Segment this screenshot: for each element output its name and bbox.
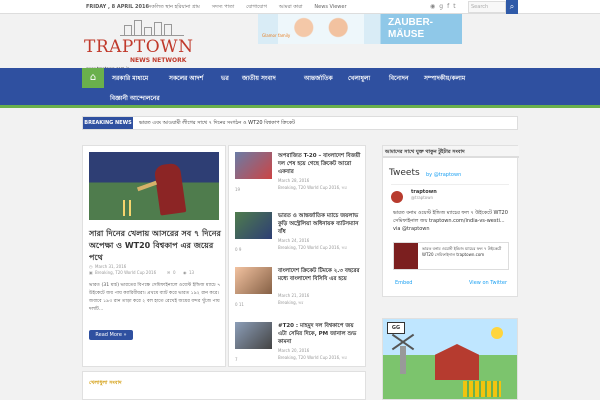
top-nav-item[interactable]: আমরা কারা [279,4,303,12]
nav-item[interactable]: খেলাধুলা [348,73,370,84]
post-thumbnail[interactable] [235,267,272,294]
featured-image[interactable] [89,152,219,220]
post-date: March 24, 2016 [278,238,310,243]
site-logo[interactable]: TRAPTOWN NEWS NETWORK www.traptown.com.i… [84,18,194,71]
post-meta[interactable]: Breaking, ভর [278,300,303,307]
post-stats: 7 [235,357,238,362]
tweet-card-text: ভারত বনাম ওয়েস্ট ইন্ডিজ ম্যাচের ফল ৭ উই… [422,246,502,257]
post-title[interactable]: অপরাজিত T-20 – বাংলাদেশ বিজয়ী দল শেষ হয… [278,152,362,176]
breaking-label: BREAKING NEWS [83,117,133,129]
post-date: March 20, 2016 [278,348,310,353]
post-meta[interactable]: Breaking, T20 World Cup 2016, ভর [278,245,347,252]
home-icon[interactable]: ⌂ [82,68,104,88]
ad-logo: GG [387,322,405,334]
post-stats: 0 9 [235,247,242,252]
sidebar-ad[interactable]: GG [382,318,518,400]
clock-icon: ◷ [89,264,93,269]
read-more-button[interactable]: Read More » [89,330,133,340]
featured-categories[interactable]: Breaking, T20 World Cup 2016 [95,270,156,275]
windmill-icon [400,346,406,374]
post-meta[interactable]: Breaking, T20 World Cup 2016, ভর [278,185,347,192]
top-nav-item[interactable]: যোগাযোগ [246,4,267,12]
breaking-news: BREAKING NEWS ভারত এবং আওয়ামী লীগের সাথ… [82,116,518,130]
comment-count[interactable]: 0 [173,270,176,275]
gplus-icon[interactable]: g [439,3,443,10]
post-title[interactable]: ভারত ও আন্তর্জাতিক ম্যাচে জয়লাভ কুড়ি অ… [278,212,362,236]
bottom-section: খেলাধুলা সংবাদ [82,371,366,400]
post-meta[interactable]: Breaking, T20 World Cup 2016, ভর [278,355,347,362]
post-stats: 0 11 [235,302,244,307]
avatar[interactable] [391,191,403,203]
post-item[interactable]: ভারত ও আন্তর্জাতিক ম্যাচে জয়লাভ কুড়ি অ… [235,212,361,256]
social-icons: ◉ g f t [430,3,456,10]
nav-item[interactable]: সরকারি মাধ্যমে [112,73,148,84]
tweet-handle[interactable]: @traptown [411,195,433,200]
facebook-icon[interactable]: f [447,3,449,10]
tweet[interactable]: traptown @traptown ভারত বনাম ওয়েস্ট ইন্… [391,184,509,278]
top-nav: সকলিত স্থান হরিয়ানা গ্রাম সদস্য পাতা যো… [148,4,347,12]
view-on-twitter-link[interactable]: View on Twitter [469,280,507,286]
search-input[interactable]: Search [468,1,506,13]
post-stats: 19 [235,187,241,192]
view-count: 13 [189,270,195,275]
post-date: March 28, 2016 [278,178,310,183]
sidebar-title: আমাদের সাথে যুক্ত থাকুন টুইটার সংবাদ [383,146,519,158]
main-nav: ⌂ সরকারি মাধ্যমে সকলের আদর্শ ভর জাতীয় স… [0,68,600,108]
top-nav-item[interactable]: সদস্য পাতা [212,4,234,12]
city-skyline-icon [120,18,184,36]
tweet-text: ভারত বনাম ওয়েস্ট ইন্ডিজ ম্যাচের ফল ৭ উই… [393,210,508,232]
featured-excerpt: ভারত (31 মার্চ) ভারতের বিপক্ষে সেমিফাইনা… [89,283,221,312]
post-thumbnail[interactable] [235,152,272,179]
nav-item[interactable]: বিজ্ঞানী আন্দোলনের [110,93,160,104]
post-title[interactable]: বাংলাদেশ ক্রিকেট টিমকে ২.৩ বছরের মধ্যে ব… [278,267,362,283]
twitter-widget: আমাদের সাথে যুক্ত থাকুন টুইটার সংবাদ Twe… [382,145,519,297]
ad-image [278,14,364,44]
rss-icon[interactable]: ◉ [430,3,435,10]
nav-item[interactable]: বিনোদন [389,73,409,84]
recent-posts: অপরাজিত T-20 – বাংলাদেশ বিজয়ী দল শেষ হয… [228,145,366,367]
farm-ad-image: GG [383,319,517,399]
top-bar: FRIDAY , 8 APRIL 2016 সকলিত স্থান হরিয়া… [0,0,600,14]
post-date: March 21, 2016 [278,293,310,298]
sun-icon [491,327,503,339]
brand-name: TRAPTOWN [84,37,194,57]
brand-subtitle: NEWS NETWORK [130,57,187,64]
featured-post: সারা দিনের খেলায় আসরের সব ৭ দিনের অপেক্… [82,145,226,367]
search-icon[interactable]: ⌕ [506,0,518,14]
tweet-card[interactable]: ভারত বনাম ওয়েস্ট ইন্ডিজ ম্যাচের ফল ৭ উই… [393,242,509,270]
tweets-label: Tweets [389,168,420,178]
post-item[interactable]: বাংলাদেশ ক্রিকেট টিমকে ২.৩ বছরের মধ্যে ব… [235,267,361,311]
nav-item[interactable]: আন্তর্জাতিক [304,73,333,84]
nav-item[interactable]: জাতীয় সংবাদ [242,73,276,84]
nav-item[interactable]: সম্পাদকীয়/কলাম [424,73,465,84]
banner-ad[interactable]: Glamor family ZAUBER-MÄUSE [258,14,462,44]
embed-link[interactable]: Embed [395,280,412,286]
nav-item[interactable]: ভর [221,73,229,84]
barn-icon [435,344,479,380]
post-item[interactable]: অপরাজিত T-20 – বাংলাদেশ বিজয়ী দল শেষ হয… [235,152,361,196]
breaking-text[interactable]: ভারত এবং আওয়ামী লীগের সাথে ৭ দিনের সংগঠ… [139,120,295,128]
comment-icon: ✉ [167,270,171,275]
post-item[interactable]: #T20 : মাহমুদ দল বিশ্বকাপে জয় এটা সেমির… [235,322,361,366]
tweet-card-image[interactable] [394,243,418,269]
eye-icon: ◉ [183,270,187,275]
date: FRIDAY , 8 APRIL 2016 [86,4,149,10]
ad-brand: Glamor family [262,33,291,38]
top-nav-item[interactable]: সকলিত স্থান হরিয়ানা গ্রাম [148,4,200,12]
section-title: খেলাধুলা সংবাদ [89,380,122,386]
corn-icon [463,381,501,397]
top-nav-item[interactable]: News Viewer [314,4,346,12]
twitter-icon[interactable]: t [453,3,455,10]
tweet-byline[interactable]: by @traptown [426,172,461,178]
ad-headline: ZAUBER-MÄUSE [388,17,433,40]
folder-icon: ▣ [89,270,93,275]
nav-item[interactable]: সকলের আদর্শ [169,73,203,84]
featured-date: March 31, 2016 [95,264,127,269]
post-thumbnail[interactable] [235,212,272,239]
post-thumbnail[interactable] [235,322,272,349]
post-title[interactable]: #T20 : মাহমুদ দল বিশ্বকাপে জয় এটা সেমির… [278,322,362,346]
featured-title[interactable]: সারা দিনের খেলায় আসরের সব ৭ দিনের অপেক্… [89,228,221,264]
